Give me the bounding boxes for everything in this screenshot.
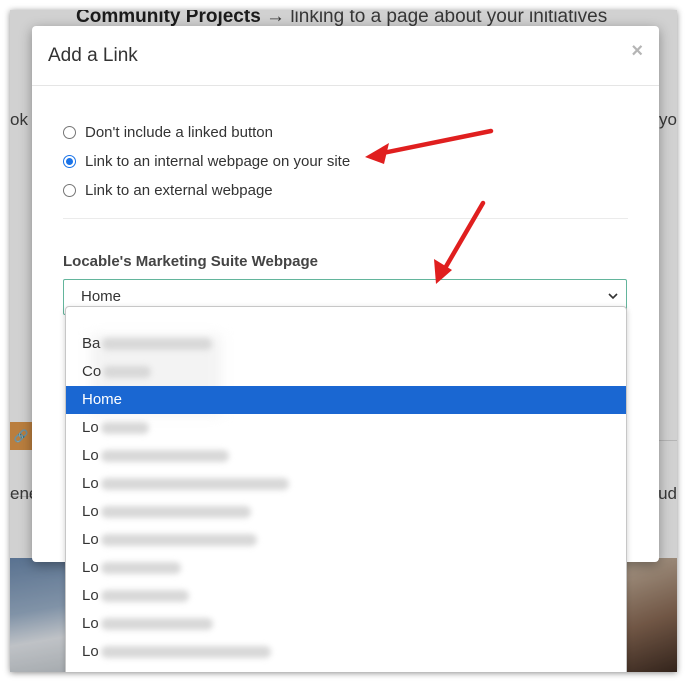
radio-no-link[interactable]: Don't include a linked button bbox=[63, 118, 350, 147]
dropdown-option-selected[interactable]: Home bbox=[66, 386, 626, 414]
webpage-field-label: Locable's Marketing Suite Webpage bbox=[63, 253, 319, 270]
link-type-radio-group: Don't include a linked button Link to an… bbox=[63, 118, 350, 205]
radio-label: Don't include a linked button bbox=[85, 124, 273, 141]
radio-button-checked[interactable] bbox=[63, 155, 76, 168]
dropdown-option[interactable]: Lo bbox=[66, 638, 626, 666]
dropdown-option[interactable]: Lo bbox=[66, 526, 626, 554]
modal-header: Add a Link × bbox=[32, 26, 659, 86]
screenshot-frame: Community Projects → linking to a page a… bbox=[10, 10, 677, 672]
webpage-dropdown-list: Ba Co Home Lo Lo Lo Lo Lo Lo Lo Lo Lo bbox=[65, 306, 627, 672]
dropdown-option[interactable]: Lo bbox=[66, 554, 626, 582]
radio-button[interactable] bbox=[63, 126, 76, 139]
dropdown-option[interactable]: Lo bbox=[66, 470, 626, 498]
dropdown-option[interactable]: Lo bbox=[66, 498, 626, 526]
select-value: Home bbox=[81, 288, 122, 305]
radio-button[interactable] bbox=[63, 184, 76, 197]
dropdown-option[interactable]: Lo bbox=[66, 610, 626, 638]
dropdown-option[interactable]: Co bbox=[66, 358, 626, 386]
radio-external-link[interactable]: Link to an external webpage bbox=[63, 176, 350, 205]
dropdown-option[interactable]: Lo bbox=[66, 582, 626, 610]
radio-internal-link[interactable]: Link to an internal webpage on your site bbox=[63, 147, 350, 176]
dropdown-option[interactable]: Ba bbox=[66, 330, 626, 358]
divider bbox=[63, 218, 628, 219]
close-icon[interactable]: × bbox=[631, 41, 643, 61]
modal-title: Add a Link bbox=[48, 45, 138, 66]
chevron-down-icon bbox=[608, 293, 618, 300]
radio-label: Link to an internal webpage on your site bbox=[85, 153, 351, 170]
radio-label: Link to an external webpage bbox=[85, 182, 273, 199]
dropdown-option[interactable]: Lo bbox=[66, 442, 626, 470]
dropdown-option[interactable]: Lo bbox=[66, 414, 626, 442]
